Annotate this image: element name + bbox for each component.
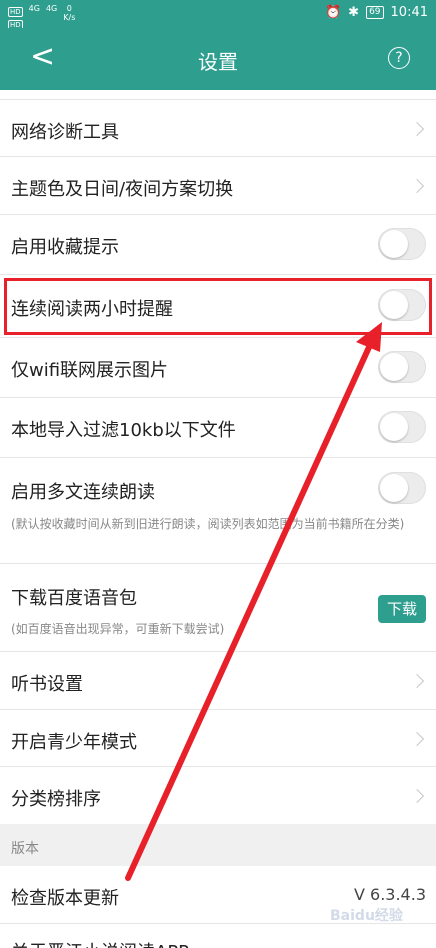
watermark: Baidu经验: [330, 908, 403, 924]
annotation-arrow: [125, 322, 382, 881]
arrow-shaft: [125, 342, 373, 881]
